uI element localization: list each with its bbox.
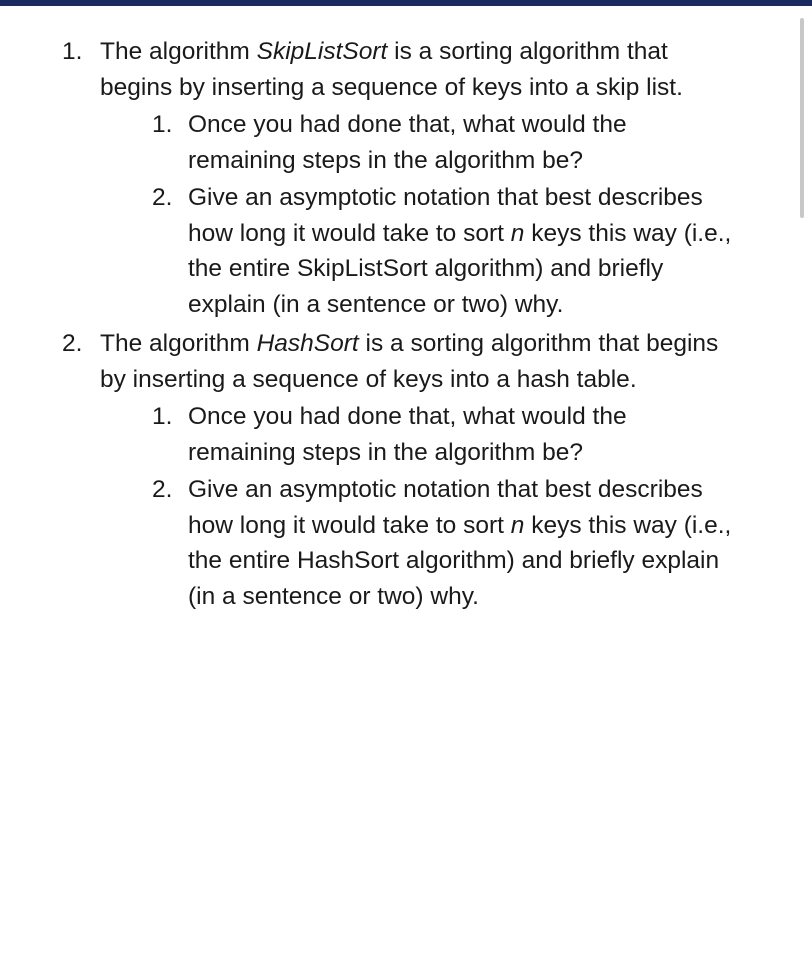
algorithm-name: HashSort bbox=[257, 330, 359, 357]
text-segment: Once you had done that, what would the r… bbox=[188, 403, 627, 466]
item-intro: The algorithm HashSort is a sorting algo… bbox=[100, 330, 718, 393]
text-segment: The algorithm bbox=[100, 38, 257, 65]
list-item: The algorithm HashSort is a sorting algo… bbox=[56, 326, 738, 614]
list-item: Give an asymptotic notation that best de… bbox=[148, 180, 738, 322]
inner-list: Once you had done that, what would the r… bbox=[100, 107, 738, 322]
text-segment: Once you had done that, what would the r… bbox=[188, 111, 627, 174]
scrollbar[interactable] bbox=[794, 6, 812, 976]
text-segment: The algorithm bbox=[100, 330, 257, 357]
list-item: The algorithm SkipListSort is a sorting … bbox=[56, 34, 738, 322]
item-intro: The algorithm SkipListSort is a sorting … bbox=[100, 38, 683, 101]
content-wrapper: The algorithm SkipListSort is a sorting … bbox=[0, 6, 812, 976]
main-content: The algorithm SkipListSort is a sorting … bbox=[0, 6, 794, 976]
outer-list: The algorithm SkipListSort is a sorting … bbox=[56, 34, 738, 614]
variable-n: n bbox=[511, 512, 525, 539]
list-item: Once you had done that, what would the r… bbox=[148, 399, 738, 470]
scrollbar-thumb[interactable] bbox=[800, 18, 804, 218]
algorithm-name: SkipListSort bbox=[257, 38, 388, 65]
variable-n: n bbox=[511, 220, 525, 247]
inner-list: Once you had done that, what would the r… bbox=[100, 399, 738, 614]
list-item: Give an asymptotic notation that best de… bbox=[148, 472, 738, 614]
list-item: Once you had done that, what would the r… bbox=[148, 107, 738, 178]
